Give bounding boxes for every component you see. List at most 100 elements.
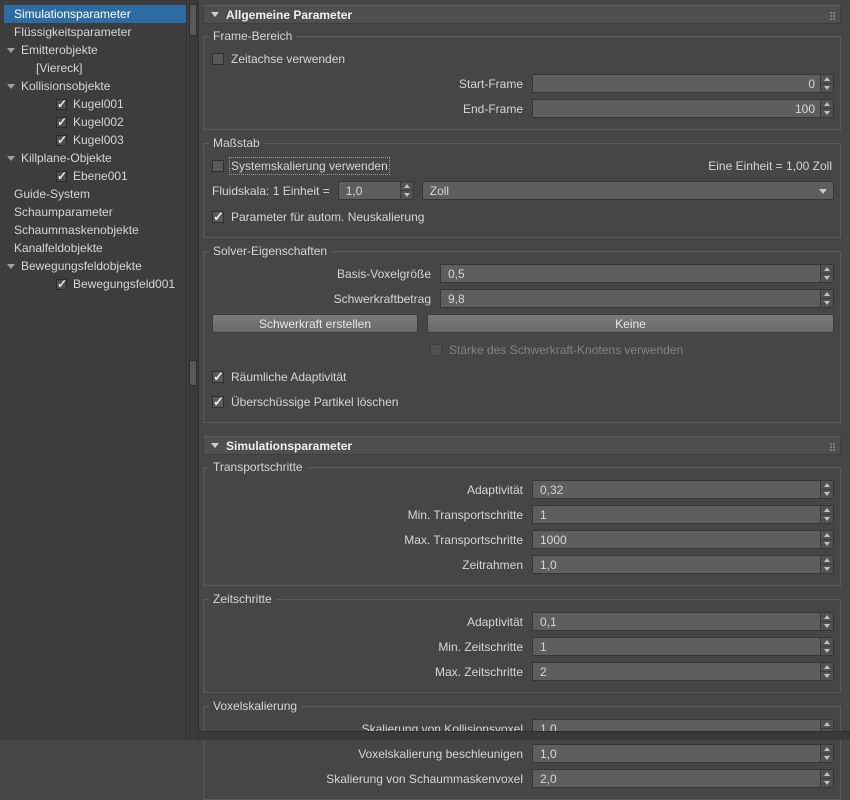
spin-up-icon[interactable] xyxy=(821,100,833,109)
fluid-scale-row: Fluidskala: 1 Einheit = 1,0 Zoll xyxy=(212,181,834,200)
spin-up-icon[interactable] xyxy=(821,720,833,729)
spin-up-icon[interactable] xyxy=(821,663,833,672)
auto-rescale-checkbox[interactable] xyxy=(212,209,224,225)
spin-down-icon[interactable] xyxy=(821,299,833,307)
spin-down-icon[interactable] xyxy=(821,565,833,573)
group-voxelskalierung: Voxelskalierung Skalierung von Kollision… xyxy=(203,699,841,800)
end-frame-input[interactable]: 100 xyxy=(532,99,834,118)
spin-up-icon[interactable] xyxy=(821,531,833,540)
spin-up-icon[interactable] xyxy=(821,481,833,490)
max-transport-input[interactable]: 1000 xyxy=(532,530,834,549)
tree-item-bewegungsfeldobjekte[interactable]: Bewegungsfeldobjekte xyxy=(4,257,186,275)
scrollbar-track[interactable] xyxy=(188,0,199,740)
scrollbar-thumb-top[interactable] xyxy=(189,4,197,36)
tree-checkbox-bewegungsfeld001[interactable] xyxy=(56,277,67,291)
param-label: Adaptivität xyxy=(466,614,523,629)
scrollbar-thumb-lower[interactable] xyxy=(189,360,197,386)
tree-item-schaumparameter[interactable]: Schaumparameter xyxy=(4,203,186,221)
spinner-buttons xyxy=(820,663,833,680)
voxel-size-input[interactable]: 0,5 xyxy=(440,264,834,283)
spin-down-icon[interactable] xyxy=(401,191,413,199)
rollout-title: Allgemeine Parameter xyxy=(226,7,353,22)
unit-dropdown[interactable]: Zoll xyxy=(421,181,834,200)
spin-up-icon[interactable] xyxy=(821,265,833,274)
group-title: Solver-Eigenschaften xyxy=(209,244,332,259)
field-value: 0 xyxy=(808,76,815,91)
field-value: 0,32 xyxy=(540,482,564,497)
tree-checkbox-ebene001[interactable] xyxy=(56,169,67,183)
tree-item-killplane-objekte[interactable]: Killplane-Objekte xyxy=(4,149,186,167)
tree-item-kanalfeldobjekte[interactable]: Kanalfeldobjekte xyxy=(4,239,186,257)
tree-checkbox-kugel002[interactable] xyxy=(56,115,67,129)
spin-up-icon[interactable] xyxy=(821,556,833,565)
spin-down-icon[interactable] xyxy=(821,84,833,92)
spin-down-icon[interactable] xyxy=(821,540,833,548)
rollout-header-simulationsparameter[interactable]: Simulationsparameter xyxy=(203,436,841,455)
time-adaptivity-row: Adaptivität 0,1 xyxy=(212,612,834,631)
delete-excess-checkbox[interactable] xyxy=(212,394,224,410)
transport-adaptivity-input[interactable]: 0,32 xyxy=(532,480,834,499)
tree-item-simulationsparameter[interactable]: Simulationsparameter xyxy=(4,5,186,23)
param-label: Adaptivität xyxy=(466,482,523,497)
spin-up-icon[interactable] xyxy=(821,75,833,84)
spinner-buttons xyxy=(820,265,833,282)
foam-mask-voxel-input[interactable]: 2,0 xyxy=(532,769,834,788)
tree-item-ebene001[interactable]: Ebene001 xyxy=(4,167,186,185)
param-label: Max. Zeitschritte xyxy=(434,664,523,679)
timeframe-row: Zeitrahmen 1,0 xyxy=(212,555,834,574)
group-zeitschritte: Zeitschritte Adaptivität 0,1 Min. Zeitsc… xyxy=(203,592,841,693)
tree-item-guide-system[interactable]: Guide-System xyxy=(4,185,186,203)
spin-down-icon[interactable] xyxy=(821,515,833,523)
expand-triangle-icon[interactable] xyxy=(7,83,15,89)
tree-item-kugel003[interactable]: Kugel003 xyxy=(4,131,186,149)
spin-down-icon[interactable] xyxy=(821,672,833,680)
gravity-input[interactable]: 9,8 xyxy=(440,289,834,308)
spin-down-icon[interactable] xyxy=(821,490,833,498)
drag-grip-icon[interactable] xyxy=(830,443,832,445)
spin-up-icon[interactable] xyxy=(821,745,833,754)
expand-triangle-icon[interactable] xyxy=(7,155,15,161)
rollout-header-allgemeine-parameter[interactable]: Allgemeine Parameter xyxy=(203,5,841,24)
tree-item-viereck[interactable]: [Viereck] xyxy=(4,59,186,77)
tree-item-label: Kanalfeldobjekte xyxy=(14,241,103,255)
spin-up-icon[interactable] xyxy=(821,290,833,299)
spin-down-icon[interactable] xyxy=(821,647,833,655)
drag-grip-icon[interactable] xyxy=(830,12,832,14)
spin-up-icon[interactable] xyxy=(821,638,833,647)
timeframe-input[interactable]: 1,0 xyxy=(532,555,834,574)
spin-down-icon[interactable] xyxy=(821,754,833,762)
max-timestep-input[interactable]: 2 xyxy=(532,662,834,681)
create-gravity-button[interactable]: Schwerkraft erstellen xyxy=(212,314,418,333)
tree-checkbox-kugel003[interactable] xyxy=(56,133,67,147)
accel-voxel-input[interactable]: 1,0 xyxy=(532,744,834,763)
spin-up-icon[interactable] xyxy=(821,506,833,515)
expand-triangle-icon[interactable] xyxy=(7,263,15,269)
chevron-down-icon xyxy=(819,189,827,194)
tree-item-kugel001[interactable]: Kugel001 xyxy=(4,95,186,113)
spin-down-icon[interactable] xyxy=(821,109,833,117)
time-adaptivity-input[interactable]: 0,1 xyxy=(532,612,834,631)
start-frame-input[interactable]: 0 xyxy=(532,74,834,93)
tree-checkbox-kugel001[interactable] xyxy=(56,97,67,111)
spatial-adaptivity-checkbox[interactable] xyxy=(212,369,224,385)
tree-item-schaummaskenobjekte[interactable]: Schaummaskenobjekte xyxy=(4,221,186,239)
spin-up-icon[interactable] xyxy=(821,770,833,779)
expand-triangle-icon[interactable] xyxy=(7,47,15,53)
tree-item-kollisionsobjekte[interactable]: Kollisionsobjekte xyxy=(4,77,186,95)
fluid-scale-input[interactable]: 1,0 xyxy=(337,181,414,200)
system-scale-checkbox-wrap: Systemskalierung verwenden xyxy=(212,156,390,175)
spin-down-icon[interactable] xyxy=(821,274,833,282)
min-transport-input[interactable]: 1 xyxy=(532,505,834,524)
system-scale-checkbox[interactable] xyxy=(212,159,224,172)
spin-up-icon[interactable] xyxy=(400,182,413,191)
use-timeline-checkbox[interactable] xyxy=(212,52,224,65)
tree-item-emitterobjekte[interactable]: Emitterobjekte xyxy=(4,41,186,59)
spin-down-icon[interactable] xyxy=(821,779,833,787)
tree-item-fluessigkeitsparameter[interactable]: Flüssigkeitsparameter xyxy=(4,23,186,41)
tree-item-kugel002[interactable]: Kugel002 xyxy=(4,113,186,131)
gravity-none-button[interactable]: Keine xyxy=(427,314,834,333)
spin-down-icon[interactable] xyxy=(821,622,833,630)
min-timestep-input[interactable]: 1 xyxy=(532,637,834,656)
tree-item-bewegungsfeld001[interactable]: Bewegungsfeld001 xyxy=(4,275,186,293)
spin-up-icon[interactable] xyxy=(821,613,833,622)
